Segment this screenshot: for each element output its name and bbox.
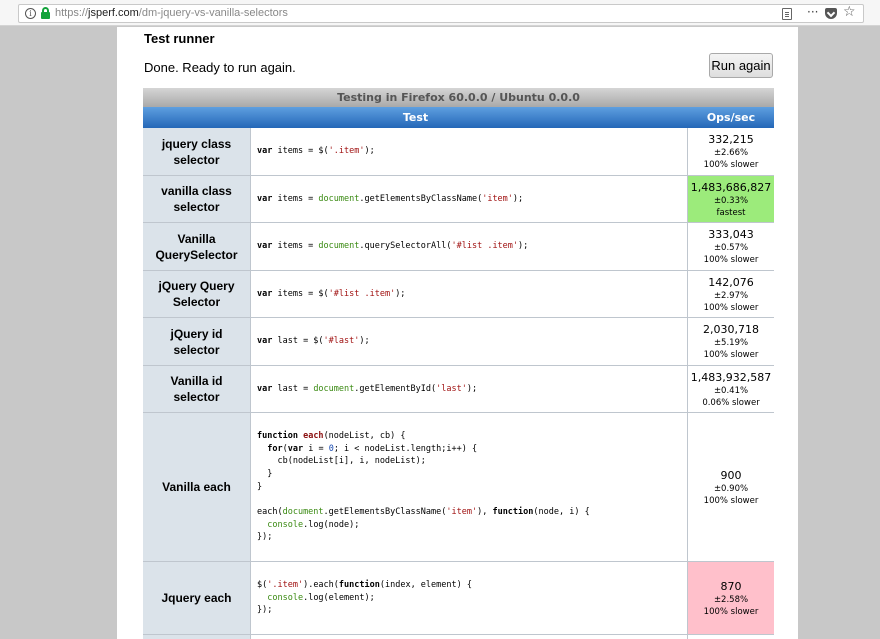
table-row: jquery class selector var items = $('.it… [143, 128, 774, 176]
test-code: var last = document.getElementById('last… [251, 366, 688, 412]
test-name: jquery class selector [143, 128, 251, 175]
browser-toolbar: i https://jsperf.com/dm-jquery-vs-vanill… [0, 0, 880, 26]
ops-cell: 870 ±2.58% 100% slower [688, 562, 774, 634]
ops-error: ±0.33% [713, 195, 749, 206]
test-code: var items = $('#list .item'); [251, 271, 688, 317]
results-table: Testing in Firefox 60.0.0 / Ubuntu 0.0.0… [143, 88, 774, 639]
run-again-button[interactable]: Run again [709, 53, 773, 78]
table-row: Vanilla each function each(nodeList, cb)… [143, 413, 774, 562]
table-header: Test Ops/sec [143, 107, 774, 128]
ops-value: 900 [720, 468, 742, 482]
ops-cell: 1,483,932,587 ±0.41% 0.06% slower [688, 366, 774, 412]
test-name: Vanilla each [143, 413, 251, 561]
test-code: var last = $('#last'); [251, 318, 688, 365]
ops-relative: 100% slower [703, 160, 759, 170]
test-name: jQuery Query Selector [143, 271, 251, 317]
table-row [143, 635, 774, 639]
ops-value: 1,483,932,587 [690, 370, 772, 384]
test-name [143, 635, 251, 639]
ops-cell: 2,030,718 ±5.19% 100% slower [688, 318, 774, 365]
reader-view-icon[interactable] [782, 8, 792, 20]
url-domain: jsperf.com [88, 7, 139, 19]
test-name: jQuery id selector [143, 318, 251, 365]
lock-icon[interactable] [41, 7, 50, 20]
ops-relative: 100% slower [703, 350, 759, 360]
table-row: Vanilla QuerySelector var items = docume… [143, 223, 774, 271]
ops-error: ±5.19% [713, 338, 749, 348]
test-code: var items = document.querySelectorAll('#… [251, 223, 688, 270]
bookmark-star-icon[interactable]: ☆ [843, 4, 856, 20]
table-caption: Testing in Firefox 60.0.0 / Ubuntu 0.0.0 [143, 88, 774, 107]
test-name: Jquery each [143, 562, 251, 634]
ops-error: ±2.97% [713, 290, 749, 301]
ops-relative: 100% slower [703, 302, 759, 313]
info-icon[interactable]: i [25, 8, 36, 19]
ops-value: 142,076 [708, 275, 754, 289]
ops-error: ±2.58% [713, 594, 749, 605]
ops-cell: 1,483,686,827 ±0.33% fastest [688, 176, 774, 222]
ops-error: ±2.66% [713, 148, 749, 158]
test-code [251, 635, 688, 639]
ops-cell [688, 635, 774, 639]
table-row: Jquery each $('.item').each(function(ind… [143, 562, 774, 635]
run-status: Done. Ready to run again. [144, 60, 296, 75]
ops-value: 870 [720, 579, 742, 593]
column-header-test: Test [402, 111, 429, 124]
test-name: Vanilla id selector [143, 366, 251, 412]
table-row: vanilla class selector var items = docum… [143, 176, 774, 223]
pocket-icon[interactable] [825, 8, 837, 19]
ops-value: 333,043 [708, 228, 754, 241]
ops-cell: 333,043 ±0.57% 100% slower [688, 223, 774, 270]
url-bar[interactable]: i https://jsperf.com/dm-jquery-vs-vanill… [18, 4, 864, 23]
ops-error: ±0.41% [713, 385, 749, 396]
test-name: vanilla class selector [143, 176, 251, 222]
url-text[interactable]: https://jsperf.com/dm-jquery-vs-vanilla-… [55, 7, 288, 19]
test-code: $('.item').each(function(index, element)… [251, 562, 688, 634]
page-content: Test runner Done. Ready to run again. Ru… [117, 27, 798, 639]
ops-relative: 0.06% slower [702, 397, 760, 408]
url-path: /dm-jquery-vs-vanilla-selectors [138, 7, 288, 19]
test-code: function each(nodeList, cb) { for(var i … [251, 413, 688, 561]
ops-error: ±0.57% [713, 243, 749, 253]
test-name: Vanilla QuerySelector [143, 223, 251, 270]
test-code: var items = document.getElementsByClassN… [251, 176, 688, 222]
ops-cell: 332,215 ±2.66% 100% slower [688, 128, 774, 175]
ops-cell: 900 ±0.90% 100% slower [688, 413, 774, 561]
ops-cell: 142,076 ±2.97% 100% slower [688, 271, 774, 317]
table-row: Vanilla id selector var last = document.… [143, 366, 774, 413]
url-prefix: https:// [55, 7, 89, 19]
ops-error: ±0.90% [713, 483, 749, 494]
more-actions-icon[interactable]: ··· [807, 5, 818, 19]
ops-relative: 100% slower [703, 255, 759, 265]
test-code: var items = $('.item'); [251, 128, 688, 175]
ops-relative: 100% slower [703, 606, 759, 617]
ops-value: 1,483,686,827 [690, 180, 772, 194]
ops-relative: 100% slower [703, 495, 759, 506]
table-row: jQuery id selector var last = $('#last')… [143, 318, 774, 366]
ops-value: 2,030,718 [703, 323, 759, 336]
column-header-ops: Ops/sec [706, 111, 756, 124]
table-row: jQuery Query Selector var items = $('#li… [143, 271, 774, 318]
ops-relative: fastest [716, 207, 746, 218]
section-title: Test runner [144, 31, 215, 46]
ops-value: 332,215 [708, 133, 754, 146]
